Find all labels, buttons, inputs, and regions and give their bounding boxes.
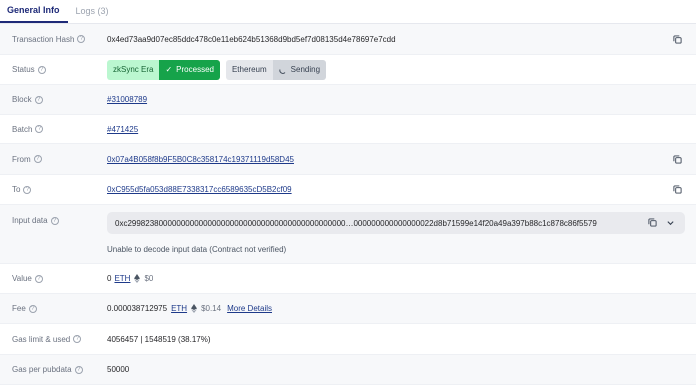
row-gas-limit-used: Gas limit & used ? 4056457 | 1548519 (38… [0,324,696,355]
label-fee: Fee ? [12,304,107,313]
batch-link[interactable]: #471425 [107,125,138,134]
label-text: Gas per pubdata [12,365,72,374]
zksync-network-label: zkSync Era [107,59,160,80]
input-data-value: 0xc2998238000000000000000000000000000000… [115,218,597,228]
copy-icon[interactable] [673,34,682,44]
sending-status: Sending [272,59,327,80]
value-usd: $0 [144,274,154,283]
tab-bar: General Info Logs (3) [0,0,696,24]
fee-amount: 0.000038712975 [107,304,168,313]
processed-status: ✓ Processed [159,59,220,80]
eth-token-link[interactable]: ETH [114,274,130,283]
fee-amount-group: 0.000038712975 ETH $0.14 More Details [107,304,684,313]
eth-token-link[interactable]: ETH [171,304,187,313]
label-text: Block [12,95,32,104]
label-value: Value ? [12,274,107,283]
row-status: Status ? zkSync Era ✓ Processed Ethereum… [0,55,696,85]
fee-usd: $0.14 [201,304,222,313]
help-icon[interactable]: ? [35,125,44,133]
block-link[interactable]: #31008789 [107,95,147,104]
more-details-link[interactable]: More Details [227,304,272,313]
value-amount: 0 [107,274,112,283]
label-input-data: Input data ? [12,216,107,225]
tab-logs[interactable]: Logs (3) [68,0,117,23]
help-icon[interactable]: ? [74,365,83,374]
label-gas-limit-used: Gas limit & used ? [12,335,107,344]
help-icon[interactable]: ? [73,335,82,343]
transaction-details: Transaction Hash ? 0x4ed73aa9d07ec85ddc4… [0,24,696,385]
input-data-block: 0xc2998238000000000000000000000000000000… [107,212,685,254]
zksync-status-badge: zkSync Era ✓ Processed [107,59,220,80]
row-input-data: Input data ? 0xc299823800000000000000000… [0,205,696,264]
ethereum-status-badge: Ethereum Sending [225,59,327,80]
processed-label: Processed [176,65,214,74]
tab-general-info[interactable]: General Info [0,0,68,23]
row-value: Value ? 0 ETH $0 [0,264,696,294]
ethereum-icon [134,274,141,283]
label-text: From [12,154,31,164]
decode-note: Unable to decode input data (Contract no… [107,245,287,254]
label-text: To [12,185,21,194]
copy-icon[interactable] [673,154,682,164]
label-from: From ? [12,155,107,164]
help-icon[interactable]: ? [37,65,46,74]
from-address-link[interactable]: 0x07a4B058f8b9F5B0C8c358174c19371119d58D… [107,155,294,164]
input-data-field[interactable]: 0xc2998238000000000000000000000000000000… [107,212,685,234]
row-batch: Batch ? #471425 [0,115,696,144]
gas-limit-used-value: 4056457 | 1548519 (38.17%) [107,334,211,344]
ethereum-icon [191,304,198,313]
help-icon[interactable]: ? [34,274,43,283]
row-gas-per-pubdata: Gas per pubdata ? 50000 [0,355,696,385]
label-text: Batch [12,124,33,134]
label-to: To ? [12,185,107,194]
help-icon[interactable]: ? [77,35,86,43]
row-to: To ? 0xC955d5fa053d88E7338317cc6589635cD… [0,175,696,205]
help-icon[interactable]: ? [23,185,32,194]
spinner-icon [279,68,286,74]
label-text: Gas limit & used [12,334,71,344]
row-from: From ? 0x07a4B058f8b9F5B0C8c358174c19371… [0,144,696,175]
label-status: Status ? [12,65,107,74]
sending-label: Sending [290,65,321,74]
row-transaction-hash: Transaction Hash ? 0x4ed73aa9d07ec85ddc4… [0,24,696,55]
copy-icon[interactable] [673,185,682,194]
help-icon[interactable]: ? [33,155,42,163]
chevron-down-icon[interactable] [666,218,675,227]
help-icon[interactable]: ? [34,95,43,104]
value-amount-group: 0 ETH $0 [107,274,684,283]
gas-per-pubdata-value: 50000 [107,365,130,374]
label-gas-per-pubdata: Gas per pubdata ? [12,365,107,374]
label-block: Block ? [12,95,107,104]
label-text: Value [12,274,32,283]
label-batch: Batch ? [12,125,107,134]
transaction-hash-value: 0x4ed73aa9d07ec85ddc478c0e11eb624b51368d… [107,34,396,44]
to-address-link[interactable]: 0xC955d5fa053d88E7338317cc6589635cD5B2cf… [107,185,292,194]
ethereum-network-label: Ethereum [225,59,273,80]
label-text: Input data [12,216,48,225]
label-transaction-hash: Transaction Hash ? [12,35,107,44]
label-text: Status [12,65,35,74]
help-icon[interactable]: ? [50,216,59,225]
label-text: Fee [12,304,26,313]
row-fee: Fee ? 0.000038712975 ETH $0.14 More Deta… [0,294,696,324]
status-badges: zkSync Era ✓ Processed Ethereum Sending [107,59,684,80]
row-block: Block ? #31008789 [0,85,696,115]
copy-icon[interactable] [648,218,657,227]
help-icon[interactable]: ? [28,304,37,313]
check-icon: ✓ [165,65,173,74]
label-text: Transaction Hash [12,34,75,44]
